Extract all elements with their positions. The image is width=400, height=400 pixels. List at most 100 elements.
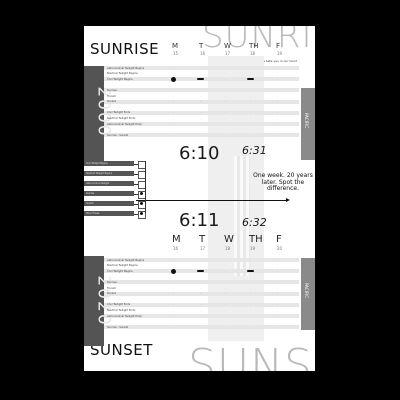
cell-value: ·	[250, 72, 251, 76]
legend-label: Sunset	[86, 202, 94, 206]
legend-rail	[145, 161, 146, 213]
cell-value: ·	[277, 286, 278, 290]
poster: SUNRISE SUNSET SUNRISE SUNSET We take yo…	[84, 26, 315, 371]
cell-value: ·	[200, 100, 201, 104]
moon-phase-icon	[171, 76, 176, 82]
cell-value: ·	[225, 264, 226, 268]
table-row	[104, 99, 299, 104]
time-2000-side: 6:31	[242, 144, 267, 157]
cell-value: ·	[277, 303, 278, 307]
cell-value: ·	[200, 258, 201, 262]
cell-value: ·	[225, 325, 226, 329]
table-row	[104, 88, 299, 93]
date-16: 16	[200, 51, 206, 56]
year-bar-2020: 2020	[84, 256, 114, 346]
cell-value: ·	[200, 117, 201, 120]
cell-value: ·	[277, 281, 278, 284]
table-row	[104, 302, 299, 307]
cell-value: ·	[277, 309, 278, 312]
day-w: W	[224, 234, 234, 245]
cell-value: ·	[225, 77, 226, 81]
cell-value: ·	[200, 314, 201, 318]
cell-value: ·	[225, 100, 226, 104]
cell-value: ·	[277, 117, 278, 120]
row-label: Nautical Twilight Begins	[107, 72, 138, 76]
cell-value: ·	[173, 66, 174, 70]
cell-value: ·	[173, 303, 174, 307]
row-label: Civil Twilight Begins	[107, 269, 133, 273]
date-20: 20	[277, 246, 283, 251]
year-bar-2000: 2000	[84, 66, 114, 166]
row-label: Sunrise - Sunset	[107, 133, 129, 137]
cell-value: ·	[250, 264, 251, 268]
row-label: Transit	[107, 286, 116, 290]
legend-label: Civil Twilight Begins	[86, 162, 108, 166]
day-th: TH	[249, 42, 259, 50]
cell-value: ·	[225, 72, 226, 76]
cell-value: ·	[173, 100, 174, 104]
day-th: TH	[249, 234, 263, 245]
cell-value: ·	[173, 281, 174, 284]
cell-value: ·	[225, 66, 226, 70]
transit-pill-icon	[197, 270, 204, 273]
cell-value: ·	[250, 258, 251, 262]
cell-value: ·	[277, 111, 278, 115]
date-19: 19	[250, 246, 256, 251]
arrow-head-icon	[286, 198, 290, 202]
legend-label: Nautical Twilight Begins	[86, 172, 112, 176]
cell-value: ·	[225, 122, 226, 126]
cell-value: ·	[173, 286, 174, 290]
table-row	[104, 110, 299, 115]
row-label: Civil Twilight Begins	[107, 77, 133, 81]
legend-item: Astronomical Twilight	[84, 181, 134, 186]
cell-value: ·	[173, 314, 174, 318]
cell-value: ·	[250, 281, 251, 284]
day-f: F	[276, 234, 282, 245]
row-label: Nautical Twilight Ends	[107, 117, 136, 120]
cell-value: ·	[277, 264, 278, 268]
table-row	[104, 280, 299, 285]
row-label: Nautical Twilight Ends	[107, 309, 136, 312]
cell-value: ·	[200, 264, 201, 268]
row-label: Sunset	[107, 292, 116, 296]
cell-value: ·	[200, 292, 201, 296]
right-bar-bottom: PACIFIC	[301, 258, 315, 330]
cell-value: ·	[225, 314, 226, 318]
cell-value: ·	[277, 122, 278, 126]
legend-item: Civil Twilight Begins	[84, 161, 134, 166]
cell-value: ·	[225, 133, 226, 137]
cell-value: ·	[200, 111, 201, 115]
cell-value: ·	[225, 303, 226, 307]
cell-value: ·	[173, 325, 174, 329]
cell-value: ·	[250, 100, 251, 104]
ghost-title-bottom: SUNSET	[188, 340, 315, 371]
transit-pill-icon	[197, 78, 204, 81]
cell-value: ·	[225, 258, 226, 262]
cell-value: ·	[200, 122, 201, 126]
cell-value: ·	[173, 133, 174, 137]
cell-value: ·	[173, 94, 174, 98]
legend-dot-icon	[139, 192, 143, 195]
day-w: W	[224, 42, 231, 50]
cell-value: ·	[225, 281, 226, 284]
legend-dot-icon	[139, 212, 143, 215]
row-label: Sunrise	[107, 281, 117, 284]
cell-value: ·	[200, 66, 201, 70]
cell-value: ·	[200, 133, 201, 137]
date-17: 17	[200, 246, 206, 251]
timeline-arrow	[136, 200, 286, 201]
cell-value: ·	[200, 89, 201, 92]
cell-value: ·	[173, 264, 174, 268]
note-text: One week. 20 years later. Spot the diffe…	[253, 172, 313, 192]
right-bar-top: PACIFIC	[301, 88, 315, 160]
day-t: T	[199, 234, 206, 245]
cell-value: ·	[250, 117, 251, 120]
cell-value: ·	[173, 258, 174, 262]
cell-value: ·	[250, 303, 251, 307]
cell-value: ·	[173, 122, 174, 126]
cell-value: ·	[173, 72, 174, 76]
cell-value: ·	[200, 72, 201, 76]
cell-value: ·	[173, 292, 174, 296]
cell-value: ·	[250, 292, 251, 296]
cell-value: ·	[277, 77, 278, 81]
